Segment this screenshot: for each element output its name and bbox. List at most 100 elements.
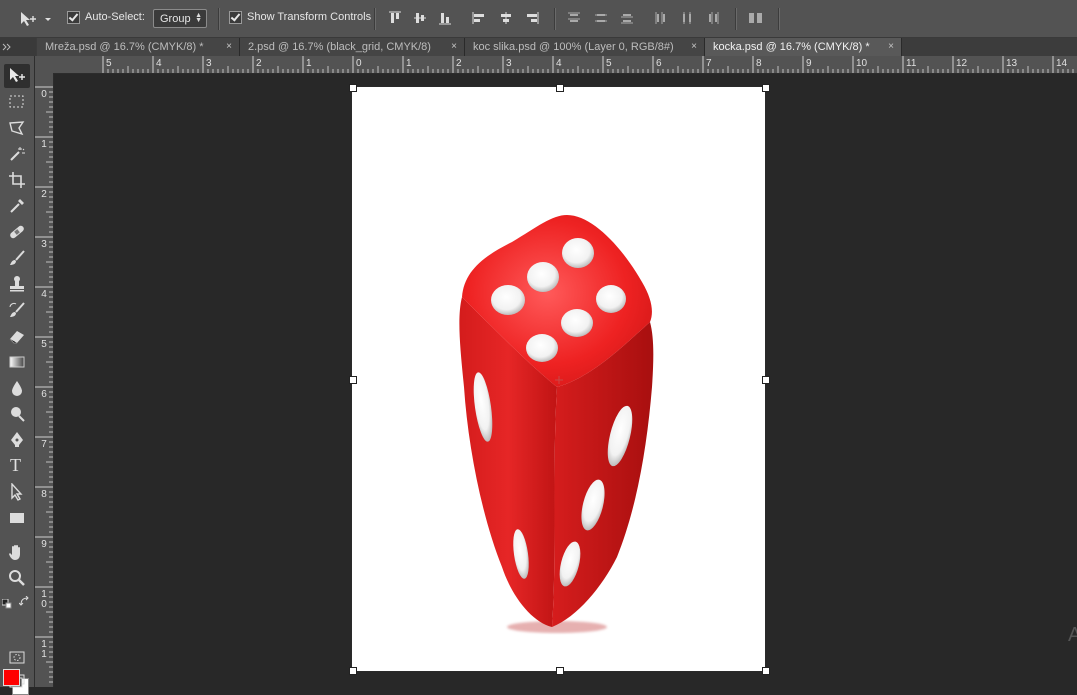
type-tool[interactable]: T (4, 454, 30, 478)
ruler-label: 4 (556, 58, 562, 69)
pen-icon (11, 432, 23, 447)
stamp-icon (10, 276, 24, 292)
blur-tool[interactable] (4, 376, 30, 400)
ruler-label: 5 (106, 58, 112, 69)
distribute-horizontal-centers-icon[interactable] (680, 11, 694, 25)
auto-align-layers-icon[interactable] (748, 11, 764, 25)
history-brush-tool[interactable] (4, 298, 30, 322)
marquee-tool[interactable] (4, 90, 30, 114)
ruler-label: 3 (206, 58, 212, 69)
gradient-tool[interactable] (4, 350, 30, 374)
transform-handle-bottom-right[interactable] (762, 667, 770, 675)
ruler-label: 1 1 (41, 639, 47, 660)
ruler-label: 6 (656, 58, 662, 69)
path-selection-icon (11, 483, 23, 501)
transform-handle-top-left[interactable] (349, 84, 357, 92)
ruler-origin[interactable] (35, 56, 55, 74)
dropdown-arrows-icon: ▲ ▼ (195, 12, 202, 24)
align-left-edges-icon[interactable] (472, 11, 486, 25)
align-top-edges-icon[interactable] (388, 11, 402, 25)
tab-2psd[interactable]: 2.psd @ 16.7% (black_grid, CMYK/8) × (240, 38, 465, 56)
tab-mreza[interactable]: Mreža.psd @ 16.7% (CMYK/8) * × (37, 38, 240, 56)
tab-close-icon[interactable]: × (888, 38, 894, 56)
align-vertical-centers-icon[interactable] (413, 11, 427, 25)
ruler-label: 9 (41, 539, 47, 550)
rectangle-tool[interactable] (4, 506, 30, 530)
move-icon (10, 68, 25, 82)
ruler-label: 2 (41, 189, 47, 200)
auto-select-label: Auto-Select: (85, 11, 145, 23)
ruler-label: 13 (1006, 58, 1018, 69)
quick-mask-icon (9, 651, 25, 664)
distribute-left-edges-icon[interactable] (654, 11, 668, 25)
tab-close-icon[interactable]: × (691, 38, 697, 56)
tab-kocka[interactable]: kocka.psd @ 16.7% (CMYK/8) * × (705, 38, 902, 56)
eyedropper-icon (10, 199, 24, 213)
foreground-color-swatch[interactable] (3, 669, 20, 686)
healing-brush-tool[interactable] (4, 220, 30, 244)
transform-handle-middle-right[interactable] (762, 376, 770, 384)
tab-label: kocka.psd @ 16.7% (CMYK/8) * (713, 41, 870, 53)
quick-mask-button[interactable] (4, 646, 30, 670)
auto-select-dropdown[interactable]: Group ▲ ▼ (153, 9, 207, 28)
align-right-edges-icon[interactable] (525, 11, 539, 25)
distribute-right-edges-icon[interactable] (706, 11, 720, 25)
transform-handle-top-center[interactable] (556, 84, 564, 92)
tools-panel-grip[interactable] (0, 38, 36, 56)
transform-handle-middle-left[interactable] (349, 376, 357, 384)
distribute-vertical-centers-icon[interactable] (594, 11, 608, 25)
tab-close-icon[interactable]: × (451, 38, 457, 56)
tab-close-icon[interactable]: × (226, 38, 232, 56)
align-bottom-edges-icon[interactable] (438, 11, 452, 25)
ruler-label: 7 (706, 58, 712, 69)
ruler-label: 6 (41, 389, 47, 400)
align-horizontal-centers-icon[interactable] (499, 11, 513, 25)
tab-label: 2.psd @ 16.7% (black_grid, CMYK/8) (248, 41, 431, 53)
zoom-icon (9, 570, 25, 586)
show-transform-controls-label: Show Transform Controls (247, 11, 372, 23)
tab-label: Mreža.psd @ 16.7% (CMYK/8) * (45, 41, 204, 53)
transform-handle-top-right[interactable] (762, 84, 770, 92)
hand-icon (9, 545, 20, 560)
ruler-label: 7 (41, 439, 47, 450)
magic-wand-icon (10, 147, 25, 161)
horizontal-ruler[interactable]: 5 4 3 2 1 0 1 2 3 4 5 6 7 8 9 10 11 12 13 14 (54, 56, 1077, 74)
swap-colors-icon[interactable] (18, 594, 30, 606)
magic-wand-tool[interactable] (4, 142, 30, 166)
eraser-tool[interactable] (4, 324, 30, 348)
ruler-label: 12 (956, 58, 968, 69)
lasso-tool[interactable] (4, 116, 30, 140)
separator (554, 8, 556, 30)
pen-tool[interactable] (4, 428, 30, 452)
crop-tool[interactable] (4, 168, 30, 192)
distribute-top-edges-icon[interactable] (567, 11, 581, 25)
options-bar: Auto-Select: Group ▲ ▼ Show Transform Con… (0, 0, 1077, 38)
ruler-label: 2 (456, 58, 462, 69)
ruler-label: 3 (506, 58, 512, 69)
transform-handle-bottom-left[interactable] (349, 667, 357, 675)
move-tool-preset-icon[interactable] (18, 10, 52, 28)
ruler-label: 4 (41, 289, 47, 300)
ruler-label: 8 (756, 58, 762, 69)
distribute-bottom-edges-icon[interactable] (620, 11, 634, 25)
document-canvas[interactable] (351, 86, 766, 672)
eyedropper-tool[interactable] (4, 194, 30, 218)
dodge-tool[interactable] (4, 402, 30, 426)
vertical-ruler[interactable]: 0 1 2 3 4 5 6 7 8 9 1 0 1 1 (35, 73, 54, 687)
auto-select-checkbox[interactable] (67, 11, 80, 24)
clone-stamp-tool[interactable] (4, 272, 30, 296)
show-transform-controls-checkbox[interactable] (229, 11, 242, 24)
brush-tool[interactable] (4, 246, 30, 270)
drop-icon (12, 381, 22, 396)
crop-icon (9, 172, 25, 188)
document-tab-bar: Mreža.psd @ 16.7% (CMYK/8) * × 2.psd @ 1… (0, 38, 1077, 56)
zoom-tool[interactable] (4, 566, 30, 590)
default-colors-icon[interactable] (1, 596, 12, 609)
transform-handle-bottom-center[interactable] (556, 667, 564, 675)
tab-koc-slika[interactable]: koc slika.psd @ 100% (Layer 0, RGB/8#) × (465, 38, 705, 56)
move-tool[interactable] (4, 64, 30, 88)
bandage-icon (10, 225, 24, 239)
path-selection-tool[interactable] (4, 480, 30, 504)
ruler-label: 0 (41, 89, 47, 100)
hand-tool[interactable] (4, 540, 30, 564)
